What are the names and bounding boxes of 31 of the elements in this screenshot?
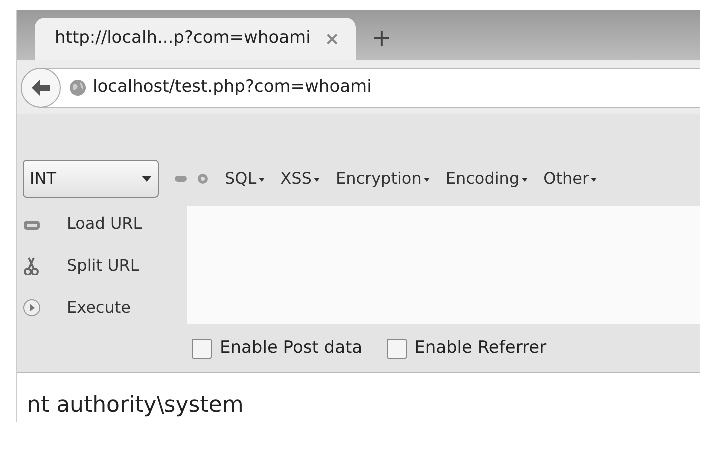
caret-icon (258, 178, 265, 182)
checkbox-label: Enable Referrer (414, 337, 547, 360)
menu-button[interactable]: Encoding (446, 167, 528, 191)
menu-button[interactable]: Other (544, 167, 598, 191)
menu-button[interactable]: Encryption (336, 167, 430, 191)
checkbox[interactable] (386, 338, 407, 359)
caret-icon (424, 178, 430, 182)
action-button[interactable]: Split URL (67, 254, 140, 278)
caret-icon (591, 178, 598, 182)
back-button[interactable] (21, 68, 61, 108)
checkbox[interactable] (192, 338, 212, 359)
address-bar[interactable]: localhost/test.php?com=whoami (21, 68, 700, 108)
caret-icon (522, 178, 528, 182)
page-output-text: nt authority\system (17, 372, 700, 422)
type-select[interactable]: INT (23, 160, 159, 198)
action-button[interactable]: Execute (67, 296, 131, 320)
caret-icon (314, 178, 320, 182)
scissors-icon (23, 257, 41, 275)
globe-icon (69, 79, 87, 97)
minus-icon[interactable] (175, 175, 187, 183)
url-text: localhost/test.php?com=whoami (93, 76, 372, 100)
tab-title: http://localh...p?com=whoami (55, 27, 311, 50)
play-icon (23, 299, 41, 317)
new-tab-button[interactable]: + (372, 20, 392, 56)
back-arrow-icon (30, 78, 52, 98)
action-button[interactable]: Load URL (67, 212, 142, 236)
menu-button[interactable]: SQL (225, 167, 265, 191)
checkbox-label: Enable Post data (220, 337, 363, 360)
caret-icon (142, 176, 152, 182)
browser-tab[interactable]: http://localh...p?com=whoami × (35, 18, 356, 60)
menu-button[interactable]: XSS (280, 167, 320, 191)
